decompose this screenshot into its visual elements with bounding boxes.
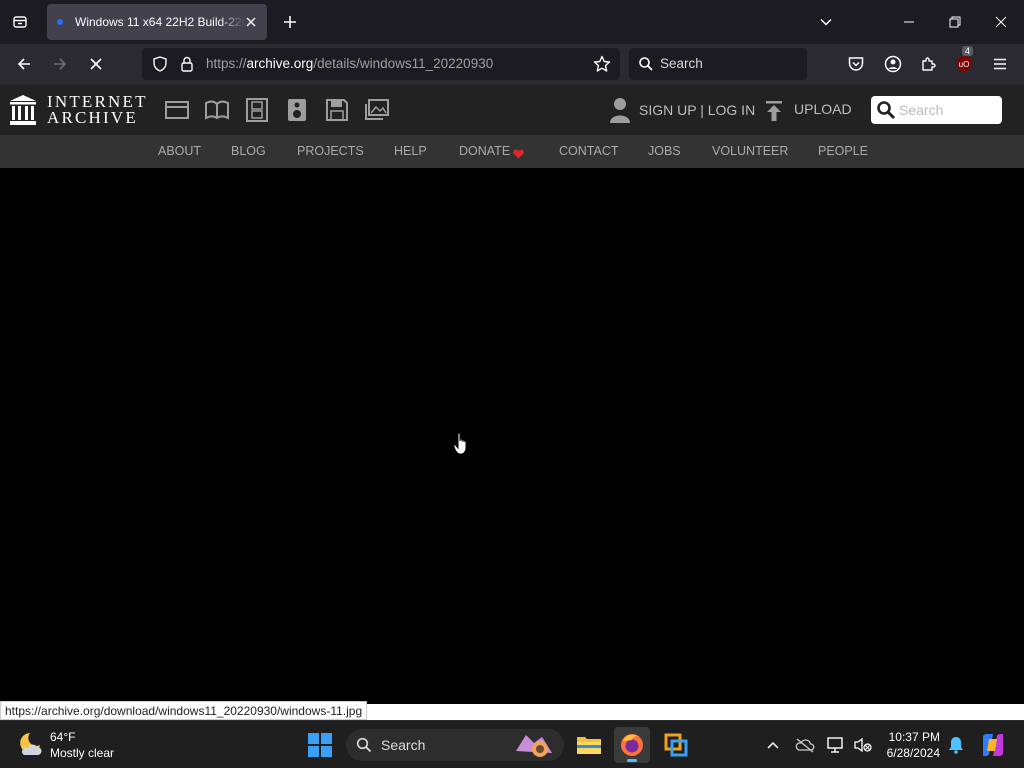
show-hidden-icons-chevron-icon[interactable]: [763, 735, 783, 755]
nav-about[interactable]: ABOUT: [158, 144, 201, 158]
nav-donate[interactable]: DONATE: [459, 144, 510, 158]
link-status-url: https://archive.org/download/windows11_2…: [0, 701, 368, 720]
nav-jobs[interactable]: JOBS: [648, 144, 681, 158]
windows-start-icon[interactable]: [308, 733, 332, 762]
nav-people[interactable]: PEOPLE: [818, 144, 868, 158]
audio-speaker-icon[interactable]: [284, 97, 310, 123]
ia-search-input[interactable]: [899, 100, 997, 120]
windows-taskbar: 64°F Mostly clear Search 10:37 PM 6/28/2…: [0, 720, 1024, 768]
forward-button[interactable]: [48, 52, 72, 76]
copilot-icon[interactable]: [980, 732, 1006, 758]
active-app-indicator: [627, 759, 637, 762]
file-explorer-icon[interactable]: [571, 727, 607, 763]
notification-bell-icon[interactable]: [946, 735, 966, 755]
ia-search-icon[interactable]: [876, 100, 896, 125]
bookmark-star-icon[interactable]: [593, 55, 611, 78]
tab-loading-icon: [57, 19, 63, 25]
ia-search-box[interactable]: [871, 96, 1002, 124]
software-floppy-icon[interactable]: [324, 97, 350, 123]
url-text[interactable]: https://archive.org/details/windows11_20…: [206, 56, 493, 71]
browser-tab-active[interactable]: Windows 11 x64 22H2 Build-22621: [47, 4, 267, 40]
web-archive-icon[interactable]: [164, 97, 190, 123]
taskbar-search-box[interactable]: Search: [346, 729, 564, 761]
page-content-area[interactable]: [0, 168, 1024, 704]
search-placeholder: Search: [660, 56, 703, 71]
remote-desktop-icon[interactable]: [658, 727, 694, 763]
search-icon: [638, 56, 654, 77]
weather-description[interactable]: Mostly clear: [50, 746, 114, 760]
minimize-button[interactable]: [897, 10, 921, 34]
search-highlight-icon: [512, 731, 558, 764]
browser-nav-toolbar: https://archive.org/details/windows11_20…: [0, 44, 1024, 85]
browser-tab-strip: Windows 11 x64 22H2 Build-22621: [0, 0, 1024, 44]
extensions-puzzle-icon[interactable]: [917, 52, 941, 76]
sign-up-log-in-link[interactable]: SIGN UP | LOG IN: [639, 102, 755, 118]
extension-badge-count: 4: [962, 46, 974, 56]
tab-title: Windows 11 x64 22H2 Build-22621: [75, 15, 245, 29]
close-window-button[interactable]: [989, 10, 1013, 34]
svg-text:uO: uO: [959, 60, 970, 69]
donate-heart-icon[interactable]: [513, 146, 524, 164]
taskbar-search-icon: [356, 737, 372, 758]
hand-pointer-cursor-icon: [453, 432, 469, 461]
back-button[interactable]: [12, 52, 36, 76]
nav-blog[interactable]: BLOG: [231, 144, 266, 158]
restore-button[interactable]: [943, 10, 967, 34]
nav-volunteer[interactable]: VOLUNTEER: [712, 144, 788, 158]
volume-muted-icon[interactable]: [853, 735, 873, 755]
clock-date[interactable]: 6/28/2024: [887, 746, 940, 760]
nav-help[interactable]: HELP: [394, 144, 427, 158]
user-avatar-icon[interactable]: [609, 97, 631, 128]
firefox-taskbar-icon[interactable]: [614, 727, 650, 763]
hamburger-menu-icon[interactable]: [988, 52, 1012, 76]
new-tab-button[interactable]: [278, 10, 302, 34]
account-icon[interactable]: [881, 52, 905, 76]
nav-contact[interactable]: CONTACT: [559, 144, 619, 158]
upload-arrow-icon[interactable]: [764, 100, 784, 127]
tab-list-icon[interactable]: [8, 10, 32, 34]
upload-link[interactable]: UPLOAD: [794, 101, 852, 117]
tracking-protection-shield-icon[interactable]: [152, 56, 168, 77]
clock-time[interactable]: 10:37 PM: [889, 730, 940, 744]
ia-logo-temple-icon[interactable]: [9, 94, 37, 131]
url-bar[interactable]: https://archive.org/details/windows11_20…: [142, 48, 620, 80]
ublock-origin-icon[interactable]: uO 4: [952, 46, 976, 76]
onedrive-offline-icon[interactable]: [795, 735, 815, 755]
taskbar-search-label: Search: [381, 737, 426, 753]
lock-icon[interactable]: [180, 56, 194, 77]
browser-search-bar[interactable]: Search: [629, 48, 807, 80]
nav-projects[interactable]: PROJECTS: [297, 144, 364, 158]
tab-close-icon[interactable]: [243, 14, 259, 30]
weather-moon-icon[interactable]: [16, 731, 44, 762]
pocket-icon[interactable]: [844, 52, 868, 76]
ia-logo-wordmark[interactable]: INTERNET ARCHIVE: [47, 93, 148, 126]
stop-loading-button[interactable]: [84, 52, 108, 76]
texts-book-icon[interactable]: [204, 97, 230, 123]
network-display-icon[interactable]: [826, 735, 846, 755]
list-all-tabs-icon[interactable]: [814, 10, 838, 34]
ia-header: INTERNET ARCHIVE SIGN UP | LOG IN UPLOAD: [0, 85, 1024, 135]
video-film-icon[interactable]: [244, 97, 270, 123]
images-photo-icon[interactable]: [364, 97, 390, 123]
ia-secondary-nav: ABOUT BLOG PROJECTS HELP DONATE CONTACT …: [0, 135, 1024, 168]
weather-temperature[interactable]: 64°F: [50, 730, 75, 744]
